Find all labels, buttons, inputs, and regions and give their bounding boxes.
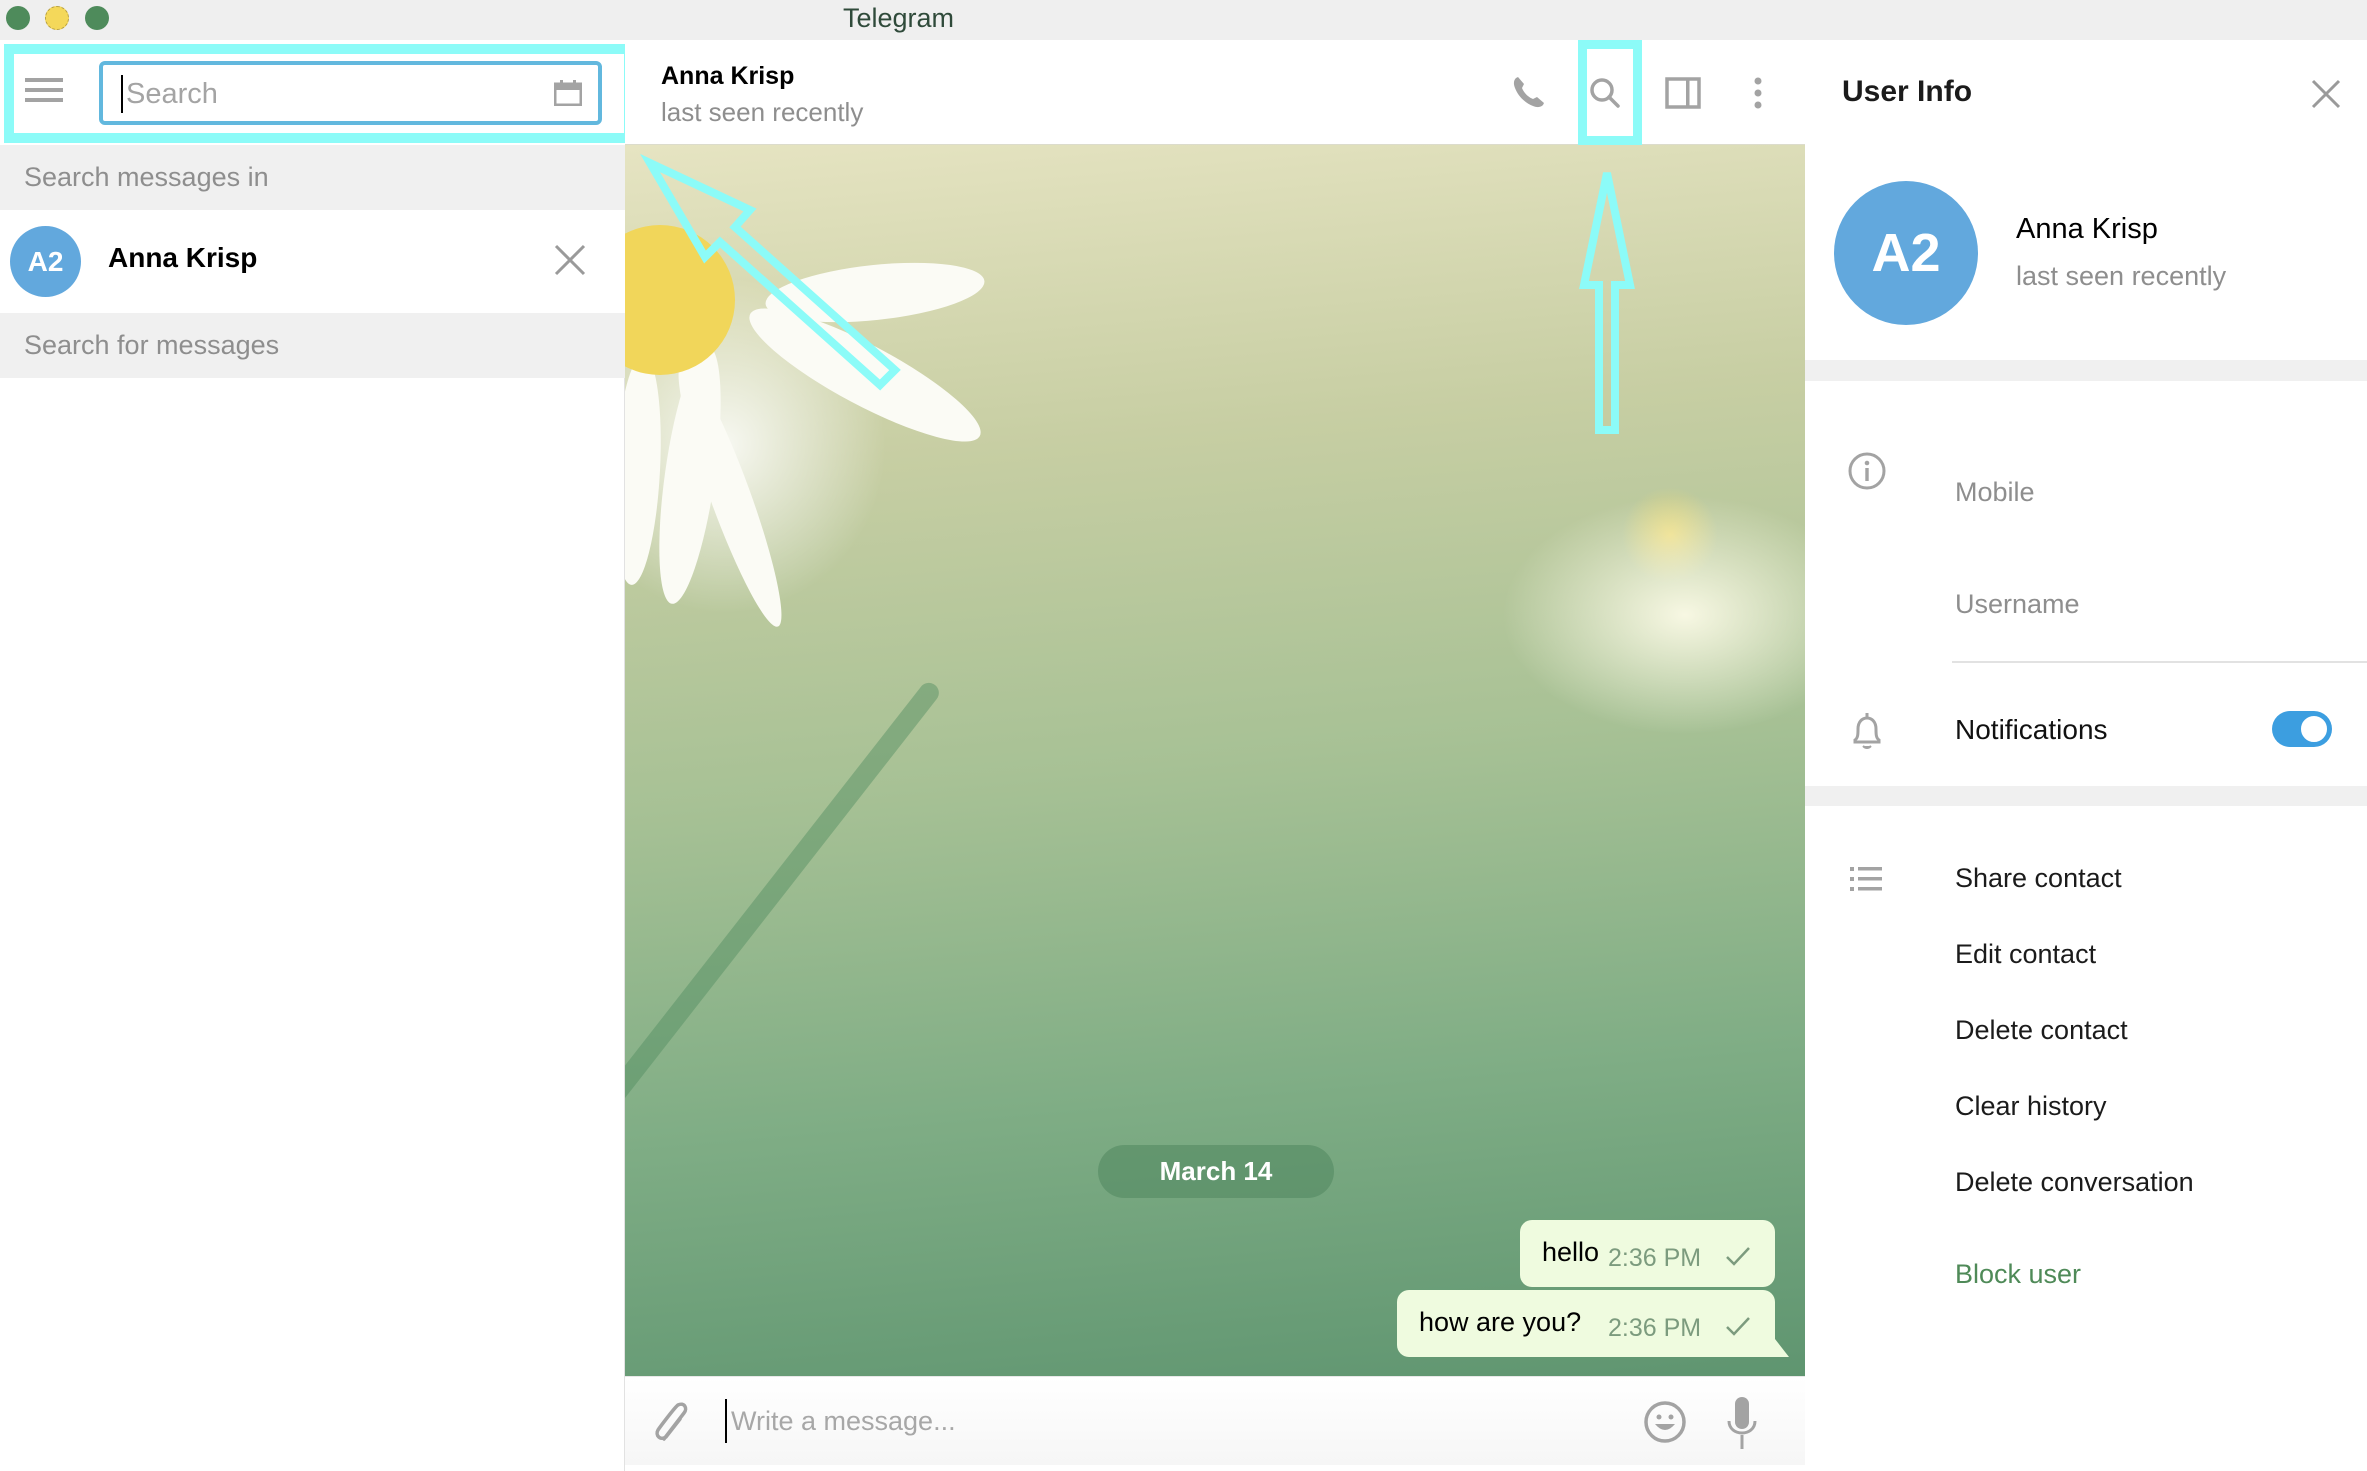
mobile-label: Mobile <box>1955 477 2035 507</box>
search-scope-chat[interactable]: A2 Anna Krisp <box>0 210 625 313</box>
panel-title: User Info <box>1842 75 1973 108</box>
emoji-icon[interactable] <box>1642 1399 1688 1445</box>
phone-icon[interactable] <box>1505 70 1551 116</box>
avatar[interactable]: A2 <box>1834 181 1978 325</box>
avatar: A2 <box>10 226 81 297</box>
window-title: Telegram <box>843 3 955 33</box>
user-name: Anna Krisp <box>2016 213 2158 245</box>
more-vertical-icon[interactable] <box>1735 70 1781 116</box>
calendar-icon[interactable] <box>554 80 582 106</box>
window-zoom-button[interactable] <box>85 6 109 30</box>
divider <box>1952 661 2367 663</box>
message-input[interactable] <box>725 1399 1525 1443</box>
block-user-button[interactable]: Block user <box>1955 1259 2081 1290</box>
window-close-button[interactable] <box>6 6 30 30</box>
delete-contact-button[interactable]: Delete contact <box>1955 1015 2128 1046</box>
user-info-actions-section: Share contact Edit contact Delete contac… <box>1805 806 2367 1471</box>
clear-history-button[interactable]: Clear history <box>1955 1091 2107 1122</box>
info-icon <box>1848 452 1886 490</box>
message-text: how are you? <box>1419 1307 1582 1337</box>
user-info-details-section: Mobile Username Notifications <box>1805 381 2367 786</box>
paperclip-icon[interactable] <box>650 1399 694 1447</box>
chat-messages-area: March 14 hello 2:36 PM how are you? 2:36… <box>625 145 1805 1376</box>
microphone-icon[interactable] <box>1725 1395 1759 1451</box>
message-time: 2:36 PM <box>1608 1244 1702 1272</box>
search-input[interactable] <box>121 75 521 113</box>
close-icon[interactable] <box>552 242 588 278</box>
sidebar-toggle-icon[interactable] <box>1660 70 1706 116</box>
user-info-header-section: User Info A2 Anna Krisp last seen recent… <box>1805 40 2367 360</box>
search-field[interactable] <box>99 61 602 125</box>
notifications-label: Notifications <box>1955 714 2108 745</box>
window-minimize-button[interactable] <box>45 6 69 30</box>
search-icon[interactable] <box>1582 70 1628 116</box>
user-info-panel: User Info A2 Anna Krisp last seen recent… <box>1805 40 2367 1471</box>
check-icon <box>1726 1317 1750 1336</box>
edit-contact-button[interactable]: Edit contact <box>1955 939 2096 970</box>
message-time: 2:36 PM <box>1608 1314 1702 1342</box>
sidebar: Search messages in A2 Anna Krisp Search … <box>0 40 634 1471</box>
date-separator: March 14 <box>1098 1145 1334 1198</box>
list-icon <box>1850 867 1882 891</box>
wallpaper-stem <box>625 678 943 1376</box>
hamburger-menu-icon[interactable] <box>25 76 63 104</box>
message-bubble[interactable]: hello 2:36 PM <box>1520 1220 1775 1287</box>
title-bar: Telegram <box>0 0 2367 40</box>
chat-header: Anna Krisp last seen recently <box>625 40 1805 145</box>
check-icon <box>1726 1247 1750 1266</box>
annotation-arrow-up <box>1579 172 1635 434</box>
wallpaper-daisy-center <box>625 225 735 375</box>
search-messages-in-label: Search messages in <box>0 145 625 210</box>
user-status: last seen recently <box>2016 261 2227 291</box>
message-bubble[interactable]: how are you? 2:36 PM <box>1397 1290 1789 1357</box>
bell-icon <box>1853 713 1881 749</box>
sidebar-header <box>0 40 634 145</box>
chat-title[interactable]: Anna Krisp <box>661 62 794 91</box>
username-label: Username <box>1955 589 2080 619</box>
share-contact-button[interactable]: Share contact <box>1955 863 2122 894</box>
close-icon[interactable] <box>2310 78 2342 110</box>
delete-conversation-button[interactable]: Delete conversation <box>1955 1167 2194 1198</box>
notifications-toggle[interactable] <box>2272 711 2332 747</box>
scope-chat-name: Anna Krisp <box>108 242 258 273</box>
search-for-messages-label: Search for messages <box>0 313 625 378</box>
chat-status: last seen recently <box>661 97 864 127</box>
message-composer <box>625 1376 1805 1465</box>
message-text: hello <box>1542 1237 1600 1267</box>
